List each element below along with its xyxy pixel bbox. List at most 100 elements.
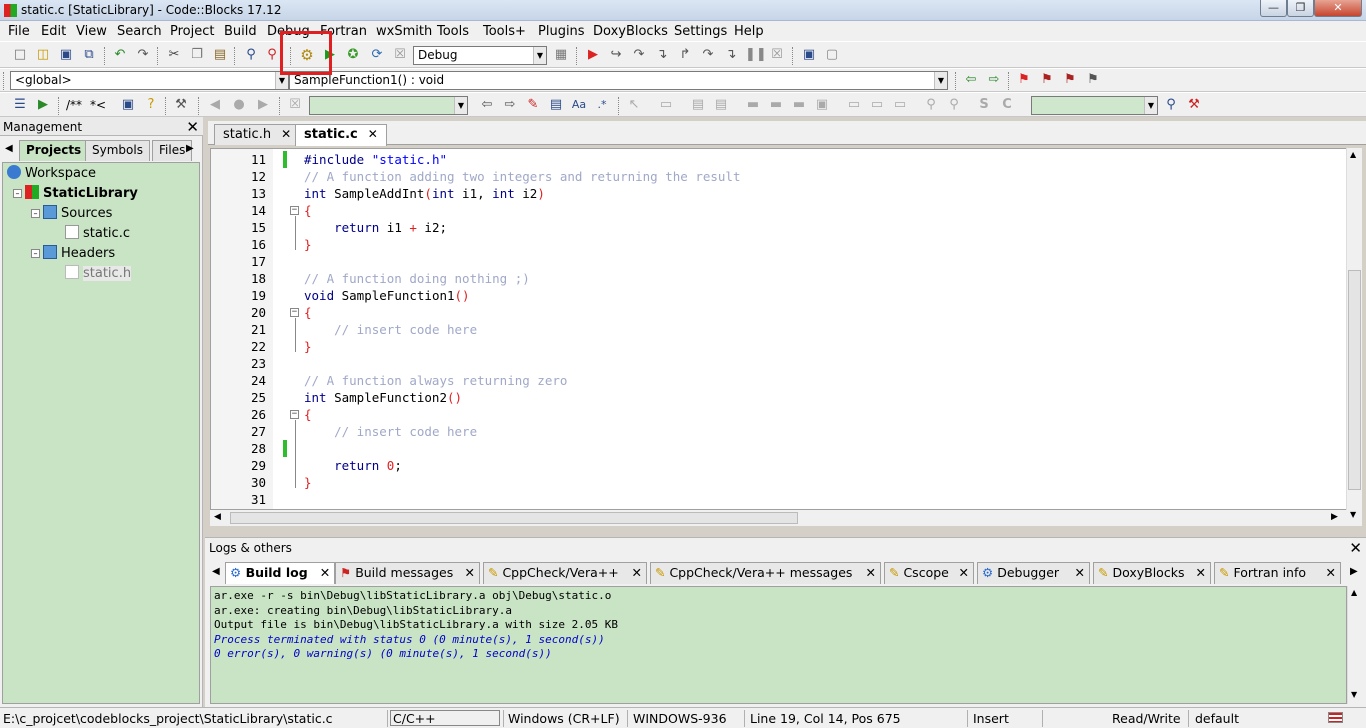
- close-window-button[interactable]: ✕: [1314, 0, 1362, 17]
- close-tab-icon[interactable]: ✕: [320, 565, 330, 580]
- doxywizard-icon[interactable]: ☰: [11, 96, 29, 114]
- tree-headers-folder[interactable]: Headers: [43, 245, 115, 263]
- scroll-down-icon[interactable]: ▼: [1351, 690, 1357, 699]
- bookmark-next-icon[interactable]: ⚑: [1061, 71, 1079, 89]
- tab-symbols[interactable]: Symbols: [85, 140, 150, 161]
- selected-text-icon[interactable]: ▤: [547, 96, 565, 114]
- symbol-search-input[interactable]: ▼: [1031, 96, 1158, 115]
- close-tab-icon[interactable]: ✕: [632, 563, 642, 583]
- build-target-select[interactable]: Debug ▼: [413, 46, 547, 65]
- paste-icon[interactable]: ▤: [211, 46, 229, 64]
- next-occurrence-icon[interactable]: ▶: [254, 96, 272, 114]
- close-tab-icon[interactable]: ✕: [1196, 563, 1206, 583]
- line-comment-button[interactable]: *<: [90, 98, 106, 112]
- step-out-icon[interactable]: ↱: [676, 46, 694, 64]
- tab-cscope[interactable]: ✎ Cscope ✕: [884, 562, 974, 584]
- target-options-icon[interactable]: ▦: [552, 46, 570, 64]
- bookmark-clear-icon[interactable]: ⚑: [1084, 71, 1102, 89]
- fold-toggle-icon[interactable]: −: [290, 206, 299, 215]
- menu-help[interactable]: Help: [734, 24, 764, 39]
- block-icon-2[interactable]: ▬: [767, 96, 785, 114]
- next-instruction-icon[interactable]: ↷: [699, 46, 717, 64]
- current-occurrence-icon[interactable]: ●: [230, 96, 248, 114]
- tree-project[interactable]: StaticLibrary: [25, 185, 138, 203]
- close-tab-icon[interactable]: ✕: [1075, 563, 1085, 583]
- editor-vertical-scrollbar[interactable]: ▲ ▼: [1346, 148, 1362, 526]
- menu-doxyblocks[interactable]: DoxyBlocks: [593, 24, 668, 39]
- redo-icon[interactable]: ↷: [134, 46, 152, 64]
- html-docs-icon[interactable]: ▣: [119, 96, 137, 114]
- collapse-icon[interactable]: –: [13, 189, 22, 198]
- prev-occurrence-icon[interactable]: ◀: [206, 96, 224, 114]
- menu-settings[interactable]: Settings: [674, 24, 727, 39]
- tree-header-file[interactable]: static.h: [65, 265, 132, 283]
- tab-fortran-info[interactable]: ✎ Fortran info ✕: [1214, 562, 1341, 584]
- tab-build-log[interactable]: ⚙ Build log ✕: [225, 562, 336, 584]
- menu-tools[interactable]: Tools: [437, 24, 469, 39]
- scroll-right-icon[interactable]: ▶: [1331, 512, 1338, 522]
- zoom-in-icon[interactable]: ⚲: [922, 96, 940, 114]
- next-line-icon[interactable]: ↷: [630, 46, 648, 64]
- extract-docs-icon[interactable]: ▶: [34, 96, 52, 114]
- save-all-icon[interactable]: ⧉: [80, 46, 98, 64]
- fold-toggle-icon[interactable]: −: [290, 308, 299, 317]
- copy-icon[interactable]: ❐: [188, 46, 206, 64]
- close-tab-icon[interactable]: ✕: [1326, 563, 1336, 583]
- pointer-icon[interactable]: ↖: [625, 96, 643, 114]
- block-icon-6[interactable]: ▭: [868, 96, 886, 114]
- minimize-button[interactable]: —: [1260, 0, 1287, 17]
- symbol-search-icon[interactable]: ⚲: [1162, 96, 1180, 114]
- run-to-cursor-icon[interactable]: ↪: [607, 46, 625, 64]
- tab-build-messages[interactable]: ⚑ Build messages ✕: [335, 562, 480, 584]
- tree-workspace[interactable]: Workspace: [7, 165, 96, 183]
- incremental-search-input[interactable]: ▼: [309, 96, 468, 115]
- rebuild-icon[interactable]: ⟳: [368, 46, 386, 64]
- stop-debug-icon[interactable]: ☒: [768, 46, 786, 64]
- menu-file[interactable]: File: [8, 24, 30, 39]
- tab-scroll-right-icon[interactable]: ▶: [1350, 566, 1358, 577]
- close-tab-icon[interactable]: ✕: [281, 127, 291, 141]
- forward-arrow-icon[interactable]: ⇨: [501, 96, 519, 114]
- menu-search[interactable]: Search: [117, 24, 162, 39]
- text-box-icon[interactable]: ▤: [712, 96, 730, 114]
- tree-sources-folder[interactable]: Sources: [43, 205, 112, 223]
- chm-help-icon[interactable]: ?: [142, 96, 160, 114]
- editor-horizontal-scrollbar[interactable]: ◀ ▶: [210, 510, 1347, 526]
- block-icon-7[interactable]: ▭: [891, 96, 909, 114]
- back-arrow-icon[interactable]: ⇦: [478, 96, 496, 114]
- scroll-thumb[interactable]: [1348, 270, 1361, 490]
- maximize-button[interactable]: ❐: [1287, 0, 1314, 17]
- debug-info-icon[interactable]: ▢: [823, 46, 841, 64]
- close-tab-icon[interactable]: ✕: [866, 563, 876, 583]
- tab-cppcheck[interactable]: ✎ CppCheck/Vera++ ✕: [483, 562, 647, 584]
- collapse-icon[interactable]: –: [31, 249, 40, 258]
- fold-toggle-icon[interactable]: −: [290, 410, 299, 419]
- scroll-up-icon[interactable]: ▲: [1350, 150, 1356, 159]
- highlight-icon[interactable]: ✎: [524, 96, 542, 114]
- scroll-left-icon[interactable]: ◀: [214, 512, 221, 522]
- step-instruction-icon[interactable]: ↴: [722, 46, 740, 64]
- rect-icon[interactable]: ▭: [657, 96, 675, 114]
- menu-edit[interactable]: Edit: [41, 24, 66, 39]
- tab-projects[interactable]: Projects: [19, 140, 89, 161]
- menu-tools-plus[interactable]: Tools+: [483, 24, 526, 39]
- log-vertical-scrollbar[interactable]: ▲ ▼: [1347, 586, 1363, 704]
- undo-icon[interactable]: ↶: [111, 46, 129, 64]
- debug-windows-icon[interactable]: ▣: [800, 46, 818, 64]
- config-wrench-icon[interactable]: ⚒: [172, 96, 190, 114]
- menu-plugins[interactable]: Plugins: [538, 24, 585, 39]
- new-file-icon[interactable]: □: [11, 46, 29, 64]
- block-icon-3[interactable]: ▬: [790, 96, 808, 114]
- jump-forward-icon[interactable]: ⇨: [985, 71, 1003, 89]
- tab-scroll-left-icon[interactable]: ◀: [5, 143, 13, 154]
- cut-icon[interactable]: ✂: [165, 46, 183, 64]
- function-select[interactable]: SampleFunction1() : void ▼: [289, 71, 948, 90]
- block-icon-4[interactable]: ▣: [813, 96, 831, 114]
- tree-source-file[interactable]: static.c: [65, 225, 130, 243]
- pause-icon[interactable]: ❚❚: [745, 46, 767, 64]
- save-icon[interactable]: ▣: [57, 46, 75, 64]
- jump-back-icon[interactable]: ⇦: [962, 71, 980, 89]
- scope-select[interactable]: <global> ▼: [10, 71, 289, 90]
- tab-cppcheck-messages[interactable]: ✎ CppCheck/Vera++ messages ✕: [650, 562, 881, 584]
- debug-start-icon[interactable]: ▶: [584, 46, 602, 64]
